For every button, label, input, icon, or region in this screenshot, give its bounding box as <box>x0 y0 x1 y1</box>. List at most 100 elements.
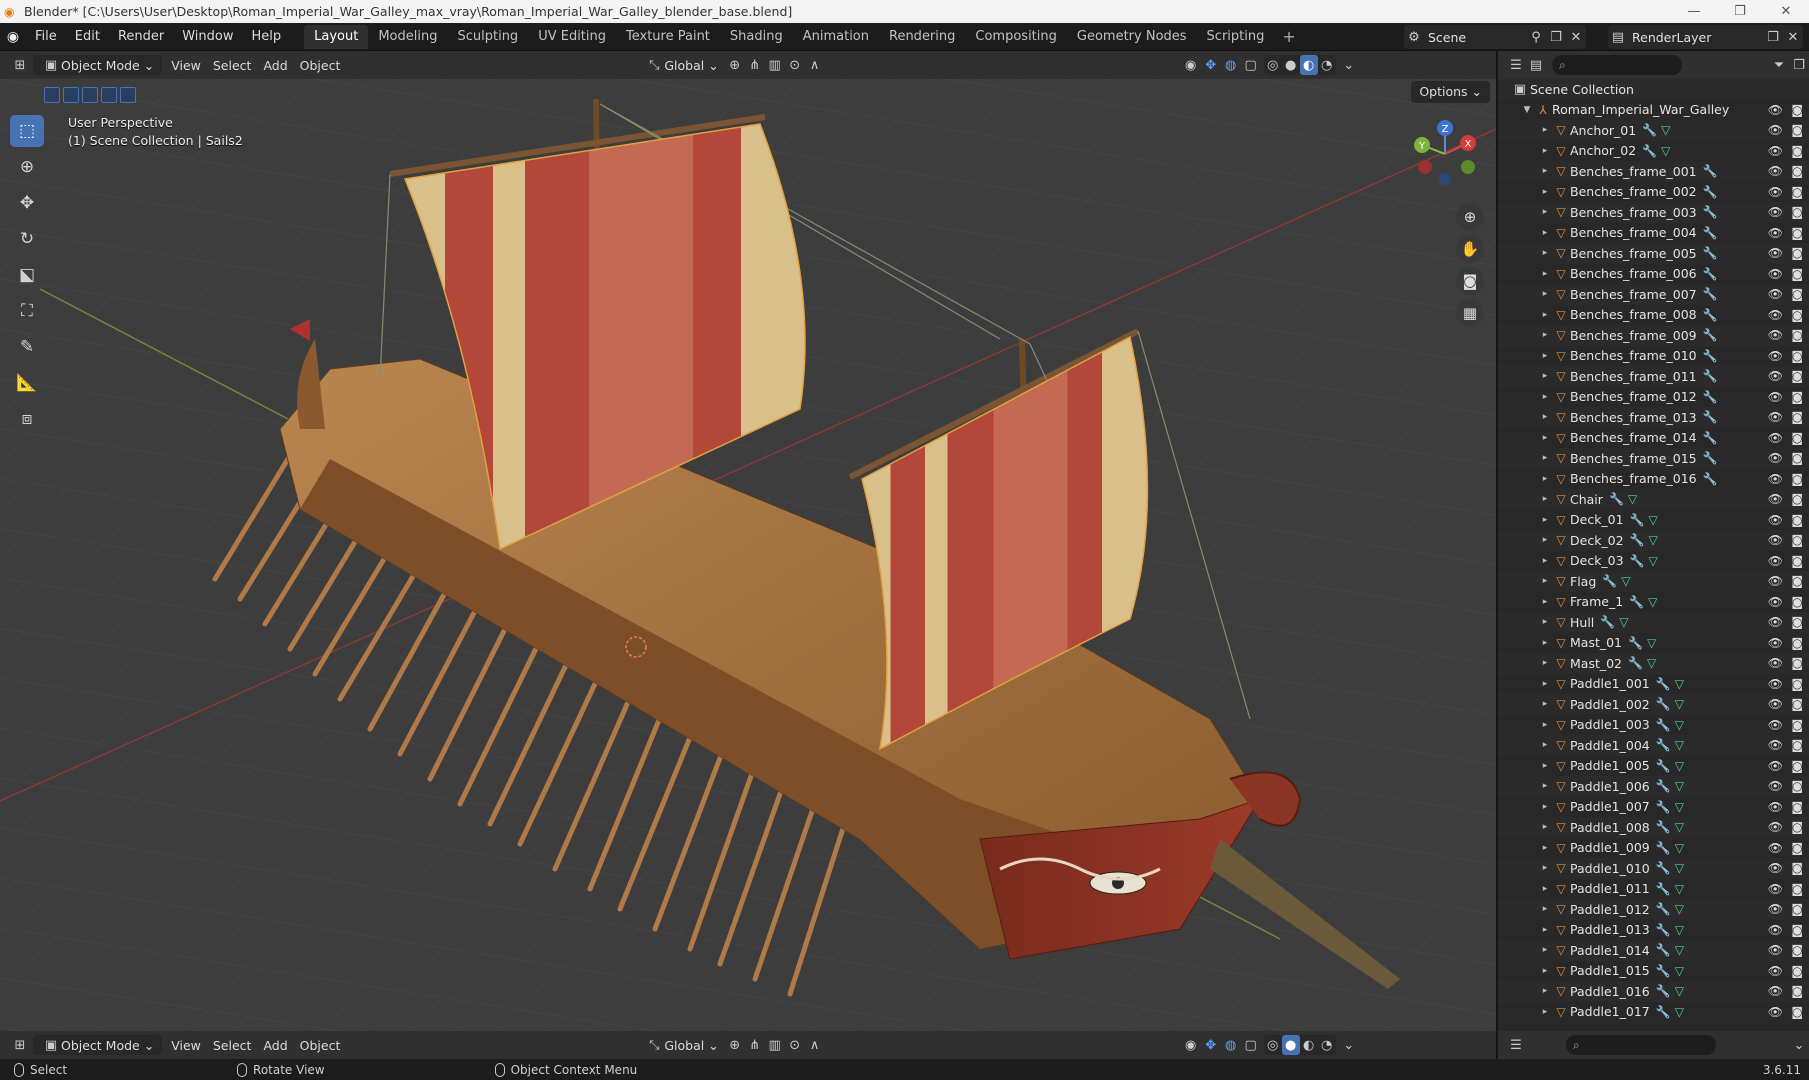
menu-object[interactable]: Object <box>294 55 347 75</box>
expand-arrow-icon[interactable]: ▸ <box>1538 494 1552 504</box>
zoom-icon[interactable]: ⊕ <box>1456 203 1484 231</box>
mesh-data-icon[interactable]: ▽ <box>1647 656 1656 670</box>
menu-add[interactable]: Add <box>257 55 293 75</box>
tab-shading[interactable]: Shading <box>720 25 793 49</box>
expand-arrow-icon[interactable]: ▸ <box>1538 351 1552 361</box>
outliner-object-row[interactable]: ▸ ▽ Paddle1_009 🔧 ▽ 👁 ◙ <box>1498 838 1809 859</box>
outliner-object-row[interactable]: ▸ ▽ Paddle1_002 🔧 ▽ 👁 ◙ <box>1498 694 1809 715</box>
render-camera-icon[interactable]: ◙ <box>1791 820 1803 834</box>
mesh-data-icon[interactable]: ▽ <box>1675 861 1684 875</box>
modifier-icon[interactable]: 🔧 <box>1656 697 1671 711</box>
mesh-data-icon[interactable]: ▽ <box>1675 738 1684 752</box>
outliner-object-row[interactable]: ▸ ▽ Paddle1_012 🔧 ▽ 👁 ◙ <box>1498 899 1809 920</box>
bottom-snap-target-icon[interactable]: ▥ <box>765 1035 785 1055</box>
render-camera-icon[interactable]: ◙ <box>1791 902 1803 916</box>
modifier-icon[interactable]: 🔧 <box>1703 410 1718 424</box>
render-camera-icon[interactable]: ◙ <box>1791 984 1803 998</box>
delete-layer-icon[interactable]: ✕ <box>1783 27 1803 47</box>
render-camera-icon[interactable]: ◙ <box>1791 390 1803 404</box>
expand-arrow-icon[interactable]: ▸ <box>1538 597 1552 607</box>
expand-arrow-icon[interactable]: ▸ <box>1538 228 1552 238</box>
modifier-icon[interactable]: 🔧 <box>1642 144 1657 158</box>
render-camera-icon[interactable]: ◙ <box>1791 451 1803 465</box>
navigation-gizmo[interactable]: Z X Y <box>1410 119 1480 189</box>
expand-arrow-icon[interactable]: ▸ <box>1538 986 1552 996</box>
outliner-object-row[interactable]: ▸ ▽ Benches_frame_007 🔧 👁 ◙ <box>1498 284 1809 305</box>
modifier-icon[interactable]: 🔧 <box>1703 185 1718 199</box>
render-camera-icon[interactable]: ◙ <box>1791 636 1803 650</box>
render-camera-icon[interactable]: ◙ <box>1791 287 1803 301</box>
render-camera-icon[interactable]: ◙ <box>1791 677 1803 691</box>
eye-icon[interactable]: 👁 <box>1768 205 1783 219</box>
outliner-object-row[interactable]: ▸ ▽ Paddle1_014 🔧 ▽ 👁 ◙ <box>1498 940 1809 961</box>
wireframe-shading-icon[interactable]: ◎ <box>1264 55 1282 75</box>
visibility-icon[interactable]: ◉ <box>1181 55 1201 75</box>
eye-icon[interactable]: 👁 <box>1768 390 1783 404</box>
render-camera-icon[interactable]: ◙ <box>1791 144 1803 158</box>
modifier-icon[interactable]: 🔧 <box>1703 287 1718 301</box>
outliner-object-row[interactable]: ▸ ▽ Benches_frame_009 🔧 👁 ◙ <box>1498 325 1809 346</box>
eye-icon[interactable]: 👁 <box>1768 902 1783 916</box>
outliner-object-row[interactable]: ▸ ▽ Paddle1_006 🔧 ▽ 👁 ◙ <box>1498 776 1809 797</box>
annotate-tool-icon[interactable]: ✎ <box>10 331 44 363</box>
render-camera-icon[interactable]: ◙ <box>1791 615 1803 629</box>
eye-icon[interactable]: 👁 <box>1768 533 1783 547</box>
transform-tool-icon[interactable]: ⛶ <box>10 295 44 327</box>
outliner-object-row[interactable]: ▸ ▽ Benches_frame_011 🔧 👁 ◙ <box>1498 366 1809 387</box>
modifier-icon[interactable]: 🔧 <box>1609 492 1624 506</box>
mesh-data-icon[interactable]: ▽ <box>1649 554 1658 568</box>
eye-icon[interactable]: 👁 <box>1768 492 1783 506</box>
expand-arrow-icon[interactable]: ▸ <box>1538 392 1552 402</box>
eye-icon[interactable]: 👁 <box>1768 923 1783 937</box>
move-tool-icon[interactable]: ✥ <box>10 187 44 219</box>
expand-arrow-icon[interactable]: ▸ <box>1538 248 1552 258</box>
rendered-shading-icon[interactable]: ◔ <box>1318 55 1336 75</box>
modifier-icon[interactable]: 🔧 <box>1630 554 1645 568</box>
expand-arrow-icon[interactable]: ▸ <box>1538 269 1552 279</box>
outliner-object-row[interactable]: ▸ ▽ Paddle1_015 🔧 ▽ 👁 ◙ <box>1498 961 1809 982</box>
menu-select[interactable]: Select <box>207 55 258 75</box>
properties-editor-type-icon[interactable]: ☰ <box>1506 1035 1526 1055</box>
eye-icon[interactable]: 👁 <box>1768 882 1783 896</box>
cursor-tool-icon[interactable]: ⊕ <box>10 151 44 183</box>
mesh-data-icon[interactable]: ▽ <box>1675 841 1684 855</box>
mesh-data-icon[interactable]: ▽ <box>1675 677 1684 691</box>
expand-arrow-icon[interactable]: ▸ <box>1538 535 1552 545</box>
mesh-data-icon[interactable]: ▽ <box>1675 820 1684 834</box>
menu-edit[interactable]: Edit <box>66 24 109 50</box>
outliner-object-row[interactable]: ▸ ▽ Benches_frame_015 🔧 👁 ◙ <box>1498 448 1809 469</box>
mesh-data-icon[interactable]: ▽ <box>1648 595 1657 609</box>
properties-search-input[interactable] <box>1566 1035 1716 1055</box>
modifier-icon[interactable]: 🔧 <box>1656 800 1671 814</box>
render-camera-icon[interactable]: ◙ <box>1791 205 1803 219</box>
eye-icon[interactable]: 👁 <box>1768 410 1783 424</box>
mesh-data-icon[interactable]: ▽ <box>1649 513 1658 527</box>
render-camera-icon[interactable]: ◙ <box>1791 841 1803 855</box>
modifier-icon[interactable]: 🔧 <box>1629 595 1644 609</box>
mesh-data-icon[interactable]: ▽ <box>1621 574 1630 588</box>
tab-modeling[interactable]: Modeling <box>368 25 447 49</box>
expand-arrow-icon[interactable]: ▸ <box>1538 146 1552 156</box>
modifier-icon[interactable]: 🔧 <box>1630 513 1645 527</box>
bottom-material-shading-icon[interactable]: ◐ <box>1300 1035 1318 1055</box>
bottom-gizmo-icon[interactable]: ✥ <box>1201 1035 1221 1055</box>
render-camera-icon[interactable]: ◙ <box>1791 759 1803 773</box>
modifier-icon[interactable]: 🔧 <box>1628 656 1643 670</box>
bottom-orientation-dropdown[interactable]: ⤡ Global ⌄ <box>638 1035 724 1055</box>
render-camera-icon[interactable]: ◙ <box>1791 246 1803 260</box>
outliner-object-row[interactable]: ▸ ▽ Paddle1_008 🔧 ▽ 👁 ◙ <box>1498 817 1809 838</box>
tab-animation[interactable]: Animation <box>793 25 879 49</box>
eye-icon[interactable]: 👁 <box>1768 226 1783 240</box>
bottom-overlay-icon[interactable]: ◍ <box>1221 1035 1241 1055</box>
outliner-object-row[interactable]: ▸ ▽ Paddle1_011 🔧 ▽ 👁 ◙ <box>1498 879 1809 900</box>
mesh-data-icon[interactable]: ▽ <box>1649 533 1658 547</box>
outliner-object-row[interactable]: ▸ ▽ Hull 🔧 ▽ 👁 ◙ <box>1498 612 1809 633</box>
bottom-shading-options-icon[interactable]: ⌄ <box>1339 1035 1359 1055</box>
expand-arrow-icon[interactable]: ▸ <box>1538 371 1552 381</box>
expand-arrow-icon[interactable]: ▸ <box>1538 658 1552 668</box>
eye-icon[interactable]: 👁 <box>1768 718 1783 732</box>
render-camera-icon[interactable]: ◙ <box>1791 533 1803 547</box>
expand-arrow-icon[interactable]: ▸ <box>1538 453 1552 463</box>
outliner-object-row[interactable]: ▸ ▽ Anchor_01 🔧 ▽ 👁 ◙ <box>1498 120 1809 141</box>
close-button[interactable]: ✕ <box>1763 4 1809 19</box>
